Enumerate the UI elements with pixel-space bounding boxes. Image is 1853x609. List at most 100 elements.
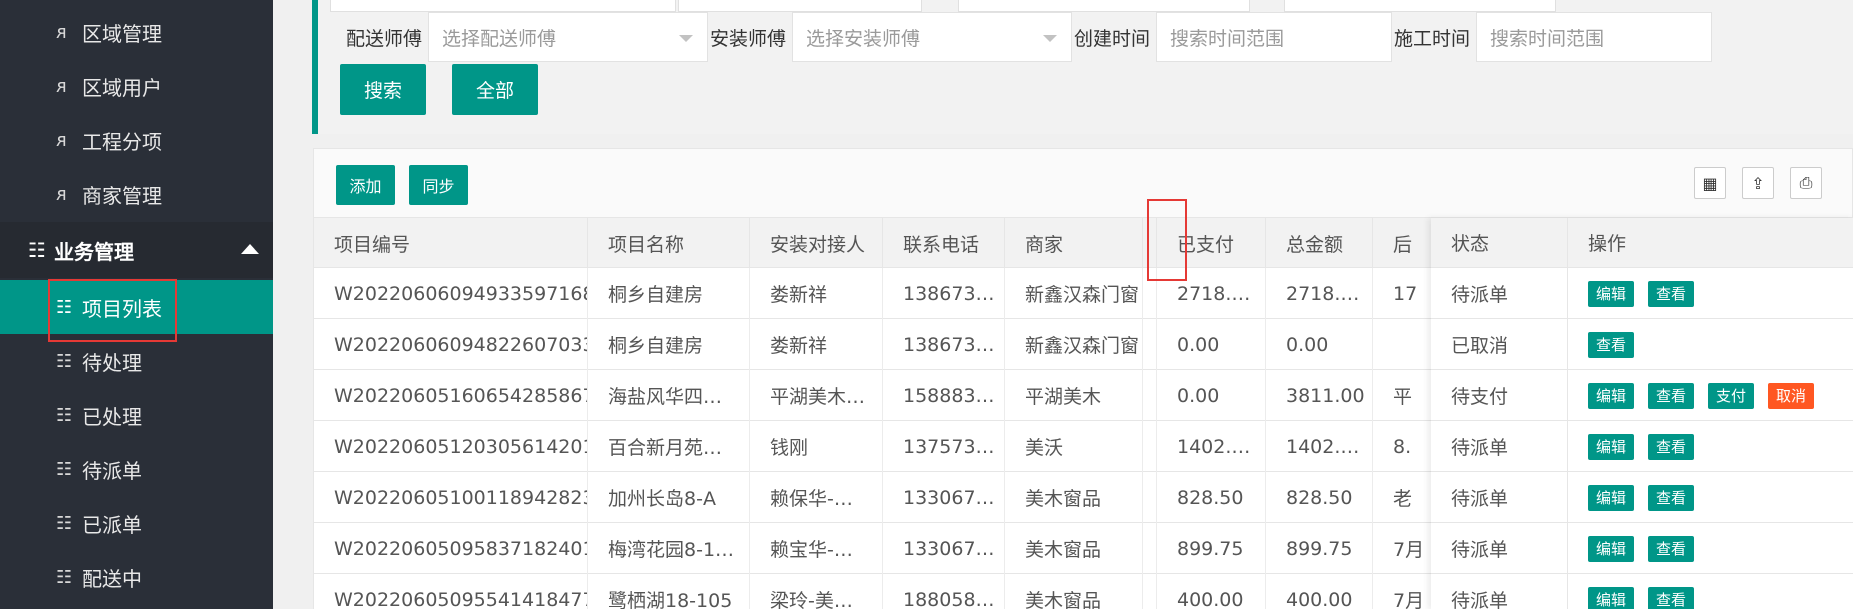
col-extra[interactable]: 后 (1373, 218, 1433, 268)
cell-extra: 平 (1373, 370, 1433, 421)
filter-field-top[interactable] (958, 0, 1250, 12)
cell-project-name: 桐乡自建房 (588, 268, 750, 319)
cell-install-contact: 钱刚 (750, 421, 883, 472)
created-time-input[interactable]: 搜索时间范围 (1156, 12, 1392, 62)
cell-total: 828.50 (1266, 472, 1373, 523)
view-button[interactable]: 查看 (1648, 535, 1695, 562)
install-select[interactable]: 选择安装师傅 (792, 12, 1072, 62)
cell-hidden (1143, 268, 1157, 319)
edit-button[interactable]: 编辑 (1588, 280, 1635, 307)
sidebar-item-dispatched[interactable]: ☷ 已派单 (0, 496, 273, 550)
cell-paid: 899.75 (1157, 523, 1266, 574)
caret-up-icon (241, 244, 259, 254)
col-phone[interactable]: 联系电话 (883, 218, 1005, 268)
cell-extra: 8. (1373, 421, 1433, 472)
col-hidden[interactable] (1143, 218, 1157, 268)
cell-hidden (1143, 421, 1157, 472)
col-total[interactable]: 总金额 (1266, 218, 1373, 268)
edit-button[interactable]: 编辑 (1588, 586, 1635, 609)
document-icon: ☷ (56, 296, 73, 318)
cell-paid: 828.50 (1157, 472, 1266, 523)
cell-actions: 编辑 查看 支付 取消 (1568, 370, 1853, 421)
sync-button[interactable]: 同步 (409, 165, 468, 205)
cell-total: 1402.… (1266, 421, 1373, 472)
sidebar-item-label: 项目列表 (82, 296, 162, 321)
fixed-table-row: 待支付 编辑 查看 支付 取消 (1431, 370, 1853, 421)
sidebar-item-label: 已派单 (82, 512, 142, 537)
cell-paid: 2718.… (1157, 268, 1266, 319)
cell-merchant: 新鑫汉森门窗 (1005, 268, 1143, 319)
construct-time-label: 施工时间 (1394, 28, 1471, 50)
sidebar-item-to-dispatch[interactable]: ☷ 待派单 (0, 442, 273, 496)
edit-button[interactable]: 编辑 (1588, 433, 1635, 460)
col-merchant[interactable]: 商家 (1005, 218, 1143, 268)
cancel-button[interactable]: 取消 (1768, 382, 1815, 409)
cell-hidden (1143, 370, 1157, 421)
delivery-select[interactable]: 选择配送师傅 (428, 12, 708, 62)
col-status[interactable]: 状态 (1431, 218, 1568, 268)
edit-button[interactable]: 编辑 (1588, 535, 1635, 562)
view-button[interactable]: 查看 (1648, 586, 1695, 609)
cell-status: 已取消 (1431, 319, 1568, 370)
cell-phone: 138673… (883, 268, 1005, 319)
cell-status: 待派单 (1431, 523, 1568, 574)
col-actions[interactable]: 操作 (1568, 218, 1853, 268)
sidebar-item-merchants[interactable]: ᴙ 商家管理 (0, 167, 273, 221)
print-icon[interactable]: ⎙ (1790, 167, 1822, 199)
sidebar-item-pending[interactable]: ☷ 待处理 (0, 334, 273, 388)
cell-project-name: 鹭栖湖18-105 (588, 574, 750, 609)
view-button[interactable]: 查看 (1588, 331, 1635, 358)
col-project-name[interactable]: 项目名称 (588, 218, 750, 268)
sidebar-item-area[interactable]: ᴙ 区域管理 (0, 5, 273, 59)
sidebar-item-label: 商家管理 (82, 183, 162, 208)
construct-time-input[interactable]: 搜索时间范围 (1476, 12, 1712, 62)
sidebar-item-processed[interactable]: ☷ 已处理 (0, 388, 273, 442)
edit-button[interactable]: 编辑 (1588, 382, 1635, 409)
sidebar-group-business[interactable]: ☷ 业务管理 (0, 222, 273, 278)
edit-button[interactable]: 编辑 (1588, 484, 1635, 511)
view-button[interactable]: 查看 (1648, 280, 1695, 307)
view-button[interactable]: 查看 (1648, 382, 1695, 409)
fixed-right-columns: 状态 操作 待派单 编辑 查看 已取消 查看 待支付 编辑 查看 支付 取消 待派单 编辑 查看 待派单编… (1431, 218, 1853, 609)
cell-extra (1373, 319, 1433, 370)
sidebar-item-project-list[interactable]: ☷ 项目列表 (0, 280, 273, 334)
col-install-contact[interactable]: 安装对接人 (750, 218, 883, 268)
sidebar-item-label: 区域管理 (82, 21, 162, 46)
sidebar-group-label: 业务管理 (54, 239, 134, 264)
cell-hidden (1143, 523, 1157, 574)
cell-install-contact: 赖宝华-… (750, 523, 883, 574)
user-icon: ᴙ (56, 21, 67, 43)
user-icon: ᴙ (56, 183, 67, 205)
cell-phone: 137573… (883, 421, 1005, 472)
filter-field-top[interactable] (330, 0, 676, 12)
columns-icon[interactable]: ▦ (1694, 167, 1726, 199)
sidebar-item-area-users[interactable]: ᴙ 区域用户 (0, 59, 273, 113)
cell-project-id: W20220605095541418477 (314, 574, 588, 609)
search-button[interactable]: 搜索 (340, 64, 426, 115)
action-group: 编辑 查看 支付 取消 (1588, 382, 1815, 409)
cell-phone: 133067… (883, 523, 1005, 574)
action-group: 编辑 查看 (1588, 484, 1695, 511)
table-toolbar: 添加 同步 ▦ ⇪ ⎙ (314, 149, 1852, 218)
sidebar-item-label: 区域用户 (82, 75, 162, 100)
view-button[interactable]: 查看 (1648, 484, 1695, 511)
cell-paid: 1402.… (1157, 421, 1266, 472)
sidebar-item-project-items[interactable]: ᴙ 工程分项 (0, 113, 273, 167)
created-time-placeholder: 搜索时间范围 (1170, 27, 1285, 50)
col-paid[interactable]: 已支付 (1157, 218, 1266, 268)
cell-phone: 158883… (883, 370, 1005, 421)
col-project-id[interactable]: 项目编号 (314, 218, 588, 268)
cell-extra: 17 (1373, 268, 1433, 319)
all-button[interactable]: 全部 (452, 64, 538, 115)
fixed-table-row: 待派单 编辑 查看 (1431, 268, 1853, 319)
pay-button[interactable]: 支付 (1708, 382, 1755, 409)
filter-field-top[interactable] (678, 0, 922, 12)
view-button[interactable]: 查看 (1648, 433, 1695, 460)
add-button[interactable]: 添加 (336, 165, 395, 205)
export-icon[interactable]: ⇪ (1742, 167, 1774, 199)
cell-install-contact: 平湖美木… (750, 370, 883, 421)
fixed-table-row: 待派单 编辑 查看 (1431, 523, 1853, 574)
sidebar-item-delivering[interactable]: ☷ 配送中 (0, 550, 273, 604)
cell-merchant: 美沃 (1005, 421, 1143, 472)
filter-field-top[interactable] (1284, 0, 1556, 12)
